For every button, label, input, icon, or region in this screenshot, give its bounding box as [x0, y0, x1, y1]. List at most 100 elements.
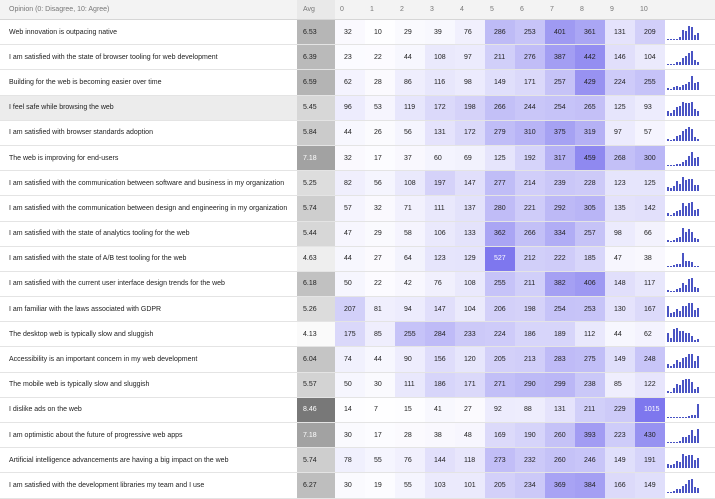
table-row[interactable]: Building for the web is becoming easier … [0, 69, 715, 96]
sparkline-bar-4 [679, 462, 681, 469]
distribution-sparkline [665, 95, 715, 121]
row-label: I am satisfied with the state of browser… [0, 44, 297, 71]
table-row[interactable]: I dislike ads on the web 8.46 14 7 15 41 27 92 8… [0, 397, 715, 424]
count-cell-4: 198 [455, 95, 485, 121]
sparkline-bar-2 [673, 109, 675, 116]
count-cell-2: 255 [395, 321, 425, 348]
count-cell-2: 15 [395, 397, 425, 424]
scale-header-2[interactable]: 2 [395, 0, 425, 20]
row-label: I am satisfied with the development libr… [0, 472, 297, 499]
scale-header-7[interactable]: 7 [545, 0, 575, 20]
avg-cell: 5.44 [297, 221, 335, 247]
sparkline-bar-0 [667, 165, 669, 167]
sparkline-bar-0 [667, 213, 669, 217]
sparkline-bar-1 [670, 165, 672, 167]
sparkline-bar-1 [670, 188, 672, 192]
row-label: Web innovation is outpacing native [0, 19, 297, 46]
count-cell-8: 305 [575, 195, 605, 222]
sparkline-bar-6 [685, 306, 687, 318]
sparkline-bars [667, 49, 715, 66]
table-row[interactable]: Artificial intelligence advancements are… [0, 447, 715, 474]
sparkline-bar-0 [667, 333, 669, 343]
count-cell-3: 38 [425, 422, 455, 449]
count-cell-6: 253 [515, 19, 545, 46]
sparkline-bar-7 [688, 278, 690, 292]
table-row[interactable]: The desktop web is typically slow and sl… [0, 321, 715, 348]
table-row[interactable]: I am satisfied with the communication be… [0, 170, 715, 197]
sparkline-bar-5 [682, 227, 684, 242]
sparkline-bar-8 [691, 479, 693, 494]
sparkline-bar-10 [697, 209, 699, 217]
sparkline-bar-9 [694, 487, 696, 494]
sparkline-bar-2 [673, 491, 675, 494]
sparkline-bar-4 [679, 361, 681, 368]
count-cell-7: 260 [545, 447, 575, 474]
question-column-header[interactable]: Opinion (0: Disagree, 10: Agree) [0, 0, 297, 20]
sparkline-bar-9 [694, 265, 696, 267]
scale-header-10[interactable]: 10 [635, 0, 665, 20]
count-cell-9: 135 [605, 195, 635, 222]
table-row[interactable]: I am satisfied with the state of A/B tes… [0, 246, 715, 272]
sparkline-bar-6 [685, 31, 687, 41]
avg-column-header[interactable]: Avg [297, 0, 335, 20]
table-row[interactable]: Accessibility is an important concern in… [0, 346, 715, 373]
sparkline-bar-0 [667, 88, 669, 91]
table-row[interactable]: I am satisfied with the development libr… [0, 472, 715, 499]
sparkline-bar-4 [679, 287, 681, 292]
scale-header-9[interactable]: 9 [605, 0, 635, 20]
scale-header-6[interactable]: 6 [515, 0, 545, 20]
count-cell-10: 66 [635, 221, 665, 247]
count-cell-10: 142 [635, 195, 665, 222]
sparkline-bar-1 [670, 215, 672, 217]
row-label: I am satisfied with the communication be… [0, 170, 297, 197]
sparkline-bar-4 [679, 210, 681, 217]
table-row[interactable]: I am familiar with the laws associated w… [0, 296, 715, 323]
sparkline-bar-4 [679, 384, 681, 393]
sparkline-bar-6 [685, 284, 687, 292]
table-row[interactable]: Web innovation is outpacing native 6.53 32… [0, 19, 715, 46]
count-cell-8: 253 [575, 296, 605, 323]
scale-header-8[interactable]: 8 [575, 0, 605, 20]
sparkline-bars [667, 427, 715, 444]
scale-header-0[interactable]: 0 [335, 0, 365, 20]
table-row[interactable]: The web is improving for end-users 7.18 32… [0, 145, 715, 172]
table-row[interactable]: The mobile web is typically slow and slu… [0, 372, 715, 398]
count-cell-4: 27 [455, 397, 485, 424]
avg-cell: 6.27 [297, 472, 335, 499]
sparkline-bar-3 [676, 62, 678, 66]
count-cell-0: 30 [335, 472, 365, 499]
count-cell-9: 148 [605, 271, 635, 298]
count-cell-9: 268 [605, 145, 635, 172]
scale-header-3[interactable]: 3 [425, 0, 455, 20]
table-row[interactable]: I am optimistic about the future of prog… [0, 422, 715, 449]
sparkline-bar-2 [673, 87, 675, 91]
table-row[interactable]: I feel safe while browsing the web 5.45 96… [0, 95, 715, 121]
count-cell-3: 197 [425, 170, 455, 197]
scale-header-1[interactable]: 1 [365, 0, 395, 20]
opinion-table: Opinion (0: Disagree, 10: Agree) Avg 0 1… [0, 0, 715, 499]
count-cell-3: 41 [425, 397, 455, 424]
table-row[interactable]: I am satisfied with the current user int… [0, 271, 715, 298]
sparkline-bar-2 [673, 416, 675, 418]
sparkline-bar-3 [676, 86, 678, 91]
count-cell-8: 112 [575, 321, 605, 348]
table-row[interactable]: I am satisfied with the state of browser… [0, 44, 715, 71]
count-cell-0: 32 [335, 19, 365, 46]
table-row[interactable]: I am satisfied with the state of analyti… [0, 221, 715, 247]
count-cell-10: 122 [635, 372, 665, 398]
count-cell-10: 149 [635, 472, 665, 499]
count-cell-4: 120 [455, 346, 485, 373]
count-cell-8: 275 [575, 346, 605, 373]
sparkline-bar-3 [676, 288, 678, 292]
count-cell-4: 104 [455, 296, 485, 323]
table-row[interactable]: I am satisfied with browser standards ad… [0, 120, 715, 146]
count-cell-5: 277 [485, 170, 515, 197]
count-cell-3: 116 [425, 69, 455, 96]
count-cell-3: 111 [425, 195, 455, 222]
sparkline-bar-8 [691, 261, 693, 267]
table-row[interactable]: I am satisfied with the communication be… [0, 195, 715, 222]
scale-header-5[interactable]: 5 [485, 0, 515, 20]
scale-header-4[interactable]: 4 [455, 0, 485, 20]
count-cell-3: 39 [425, 19, 455, 46]
sparkline-bar-10 [697, 138, 699, 141]
